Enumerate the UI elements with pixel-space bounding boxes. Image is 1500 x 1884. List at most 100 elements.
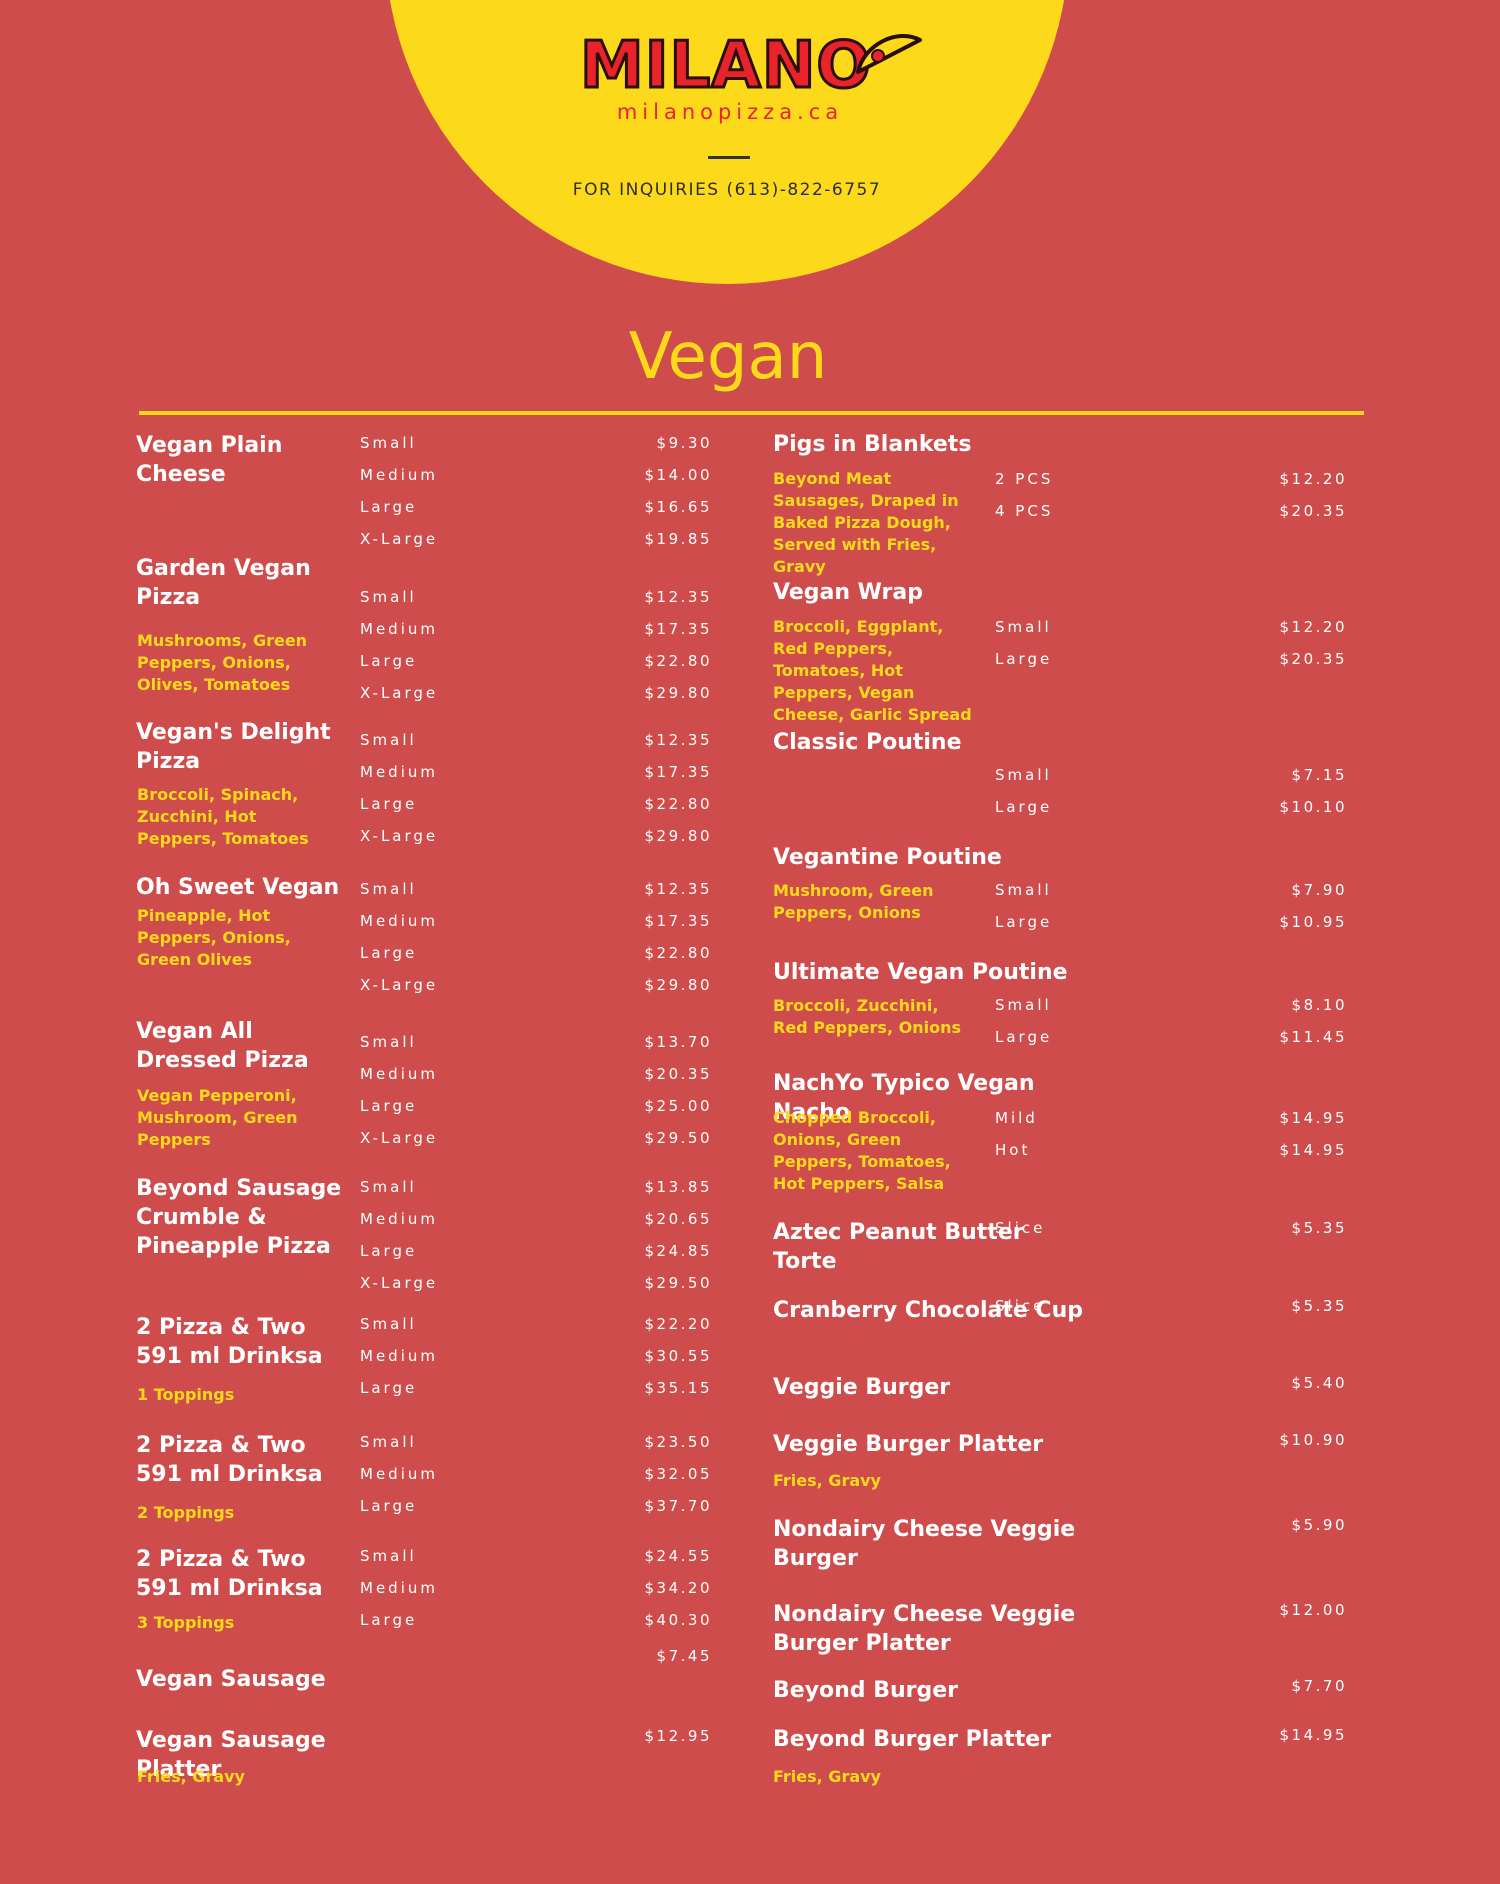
right-item-price: $11.45 [1279,1028,1347,1046]
right-item-price: $8.10 [1291,996,1347,1014]
left-item-size: Small [360,1433,417,1451]
left-item-size: Large [360,1242,418,1260]
left-item-size: Large [360,1611,418,1629]
left-item-price: $9.30 [656,434,712,452]
left-item-price: $12.35 [644,731,712,749]
right-item-price: $5.35 [1291,1297,1347,1315]
left-item-price: $29.50 [644,1129,712,1147]
right-item-name: Vegan Wrap [773,580,923,605]
left-item-price: $20.65 [644,1210,712,1228]
left-item-price: $22.80 [644,944,712,962]
right-item-name: Pigs in Blankets [773,432,972,457]
left-item-name: Beyond Sausage Crumble & Pineapple Pizza [136,1176,342,1259]
right-item-desc: Beyond Meat Sausages, Draped in Baked Pi… [773,469,959,576]
left-item-name: Vegan Sausage [136,1667,326,1692]
left-item-name: Oh Sweet Vegan [136,875,340,900]
left-item-price: $19.85 [644,530,712,548]
divider-dash [708,156,750,159]
inquiry-phone: FOR INQUIRIES (613)-822-6757 [572,180,882,200]
right-item-size: Large [995,1028,1053,1046]
left-item-size: Small [360,588,417,606]
right-item-price: $7.90 [1291,881,1347,899]
left-item-size: Large [360,652,418,670]
left-item-size: Medium [360,1579,438,1597]
right-item-name: Ultimate Vegan Poutine [773,960,1068,985]
left-item-name: Garden Vegan Pizza [136,556,311,610]
left-item-size: Medium [360,1065,438,1083]
left-item-price: $12.35 [644,880,712,898]
right-item-price: $5.90 [1291,1516,1347,1534]
left-item-price: $13.70 [644,1033,712,1051]
left-item-size: X-Large [360,1129,439,1147]
right-item-price: $12.20 [1279,470,1347,488]
website-url[interactable]: milanopizza.ca [580,100,880,124]
left-item-name: Vegan All Dressed Pizza [136,1019,309,1073]
right-item-size: Small [995,996,1052,1014]
left-item-desc: Fries, Gravy [137,1767,245,1786]
left-item-size: X-Large [360,530,439,548]
right-item-name: Classic Poutine [773,730,962,755]
left-item-desc: 3 Toppings [137,1613,235,1632]
left-item-price: $29.50 [644,1274,712,1292]
left-item-price: $24.55 [644,1547,712,1565]
left-item-price: $13.85 [644,1178,712,1196]
left-item-desc: Pineapple, Hot Peppers, Onions, Green Ol… [137,906,291,969]
right-item-desc: Mushroom, Green Peppers, Onions [773,881,934,922]
left-item-size: Small [360,1547,417,1565]
left-item-size: Medium [360,466,438,484]
left-item-name: 2 Pizza & Two 591 ml Drinksa [136,1547,323,1601]
left-item-price: $23.50 [644,1433,712,1451]
right-item-name: Veggie Burger [773,1375,951,1400]
left-item-name: 2 Pizza & Two 591 ml Drinksa [136,1315,323,1369]
left-item-size: Medium [360,1347,438,1365]
left-item-size: Medium [360,912,438,930]
milano-logo: MILANO [579,26,922,106]
right-item-size: Large [995,798,1053,816]
right-item-size: Mild [995,1109,1038,1127]
left-item-price: $30.55 [644,1347,712,1365]
right-item-price: $5.35 [1291,1219,1347,1237]
right-item-desc: Chopped Broccoli, Onions, Green Peppers,… [773,1108,951,1193]
right-item-desc: Broccoli, Zucchini, Red Peppers, Onions [773,996,961,1037]
left-item-size: Medium [360,1465,438,1483]
right-item-size: Large [995,650,1053,668]
left-item-price: $22.20 [644,1315,712,1333]
right-item-price: $10.90 [1279,1431,1347,1449]
right-item-price: $14.95 [1279,1109,1347,1127]
left-item-size: X-Large [360,684,439,702]
right-item-size: Small [995,881,1052,899]
right-item-desc: Fries, Gravy [773,1471,881,1490]
left-item-price: $32.05 [644,1465,712,1483]
right-item-price: $10.10 [1279,798,1347,816]
left-item-size: Small [360,731,417,749]
right-item-name: Nondairy Cheese Veggie Burger Platter [773,1602,1076,1656]
left-item-price: $16.65 [644,498,712,516]
right-item-price: $5.40 [1291,1374,1347,1392]
left-item-desc: 1 Toppings [137,1385,235,1404]
right-item-name: Beyond Burger Platter [773,1727,1051,1752]
right-item-size: Hot [995,1141,1031,1159]
right-item-size: Slice [995,1219,1046,1237]
right-item-size: Small [995,766,1052,784]
left-item-size: X-Large [360,827,439,845]
right-item-price: $20.35 [1279,502,1347,520]
left-item-price: $20.35 [644,1065,712,1083]
left-item-size: X-Large [360,1274,439,1292]
right-item-name: Veggie Burger Platter [773,1432,1044,1457]
right-item-price: $14.95 [1279,1726,1347,1744]
left-item-price: $35.15 [644,1379,712,1397]
right-item-price: $12.00 [1279,1601,1347,1619]
left-item-size: Large [360,1097,418,1115]
left-item-price: $12.95 [644,1727,712,1745]
left-item-price: $17.35 [644,912,712,930]
left-item-price: $22.80 [644,795,712,813]
right-item-size: Large [995,913,1053,931]
right-item-name: Beyond Burger [773,1678,959,1703]
left-item-size: Small [360,434,417,452]
right-item-name: Nondairy Cheese Veggie Burger [773,1517,1076,1571]
left-item-size: X-Large [360,976,439,994]
left-item-size: Small [360,880,417,898]
left-item-price: $34.20 [644,1579,712,1597]
left-item-size: Large [360,944,418,962]
left-item-price: $22.80 [644,652,712,670]
